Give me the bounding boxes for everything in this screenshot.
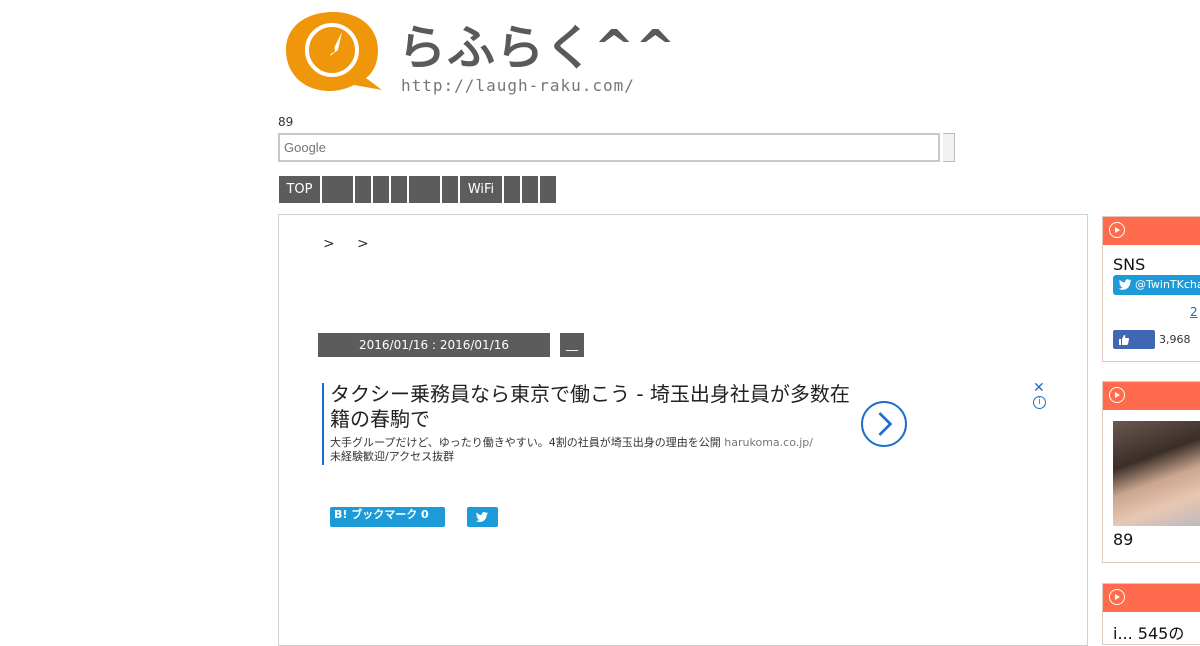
global-nav: TOP WiFi [279, 176, 556, 203]
ad-accent-bar [322, 383, 324, 465]
ad-description-text: 大手グループだけど、ゆったり働きやすい。4割の社員が埼玉出身の理由を公開 [330, 436, 725, 449]
site-logo-icon[interactable] [278, 10, 384, 93]
nav-item[interactable] [322, 176, 353, 203]
search-field[interactable] [278, 133, 940, 162]
facebook-like-count: 3,968 [1159, 333, 1191, 346]
nav-item[interactable] [442, 176, 458, 203]
facebook-like-button[interactable] [1113, 330, 1155, 349]
profile-photo[interactable] [1113, 421, 1200, 526]
profile-number: 89 [1113, 530, 1134, 549]
ad-title[interactable]: タクシー乗務員なら東京で働こう - 埼玉出身社員が多数在籍の春駒で [330, 382, 850, 432]
search-button[interactable] [943, 133, 955, 162]
widget-header [1103, 382, 1200, 410]
category-badge[interactable]: __ [560, 333, 584, 357]
nav-item[interactable] [409, 176, 440, 203]
widget-header [1103, 217, 1200, 245]
ad-domain[interactable]: harukoma.co.jp/ [724, 436, 813, 449]
ad-description-text-2: 未経験歓迎/アクセス抜群 [330, 450, 455, 463]
twitter-bird-icon [475, 512, 488, 522]
twitter-handle: @TwinTKchan [1135, 278, 1200, 291]
twitter-bird-icon [1118, 279, 1132, 290]
play-icon [1109, 589, 1125, 605]
widget-header [1103, 584, 1200, 612]
ad-close-icon[interactable]: ✕ [1033, 380, 1045, 396]
tweet-button[interactable] [467, 507, 498, 527]
nav-item-wifi[interactable]: WiFi [460, 176, 502, 203]
nav-item[interactable] [504, 176, 520, 203]
post-date: 2016/01/16 : 2016/01/16 [318, 333, 550, 357]
breadcrumb-separator: > [323, 236, 335, 252]
nav-item[interactable] [540, 176, 556, 203]
follow-count[interactable]: 2 [1190, 305, 1198, 319]
ad-description: 大手グループだけど、ゆったり働きやすい。4割の社員が埼玉出身の理由を公開 har… [330, 436, 860, 464]
play-icon [1109, 222, 1125, 238]
nav-item-top[interactable]: TOP [279, 176, 320, 203]
count-label: 89 [278, 115, 294, 129]
nav-item[interactable] [355, 176, 371, 203]
site-logo-text[interactable]: らふらく^^ [398, 8, 676, 78]
hatena-bookmark-button[interactable]: B! ブックマーク 0 [330, 507, 445, 527]
search-input[interactable] [280, 135, 938, 160]
nav-item[interactable] [373, 176, 389, 203]
nav-item[interactable] [391, 176, 407, 203]
thumbs-up-icon [1119, 335, 1130, 345]
ad-info-icon[interactable]: i [1033, 396, 1046, 409]
nav-item[interactable] [522, 176, 538, 203]
ad-arrow-icon[interactable] [861, 401, 907, 447]
site-url: http://laugh-raku.com/ [401, 76, 635, 95]
breadcrumb-separator: > [357, 236, 369, 252]
sns-title: SNS [1113, 255, 1146, 274]
twitter-follow-button[interactable]: @TwinTKchan [1113, 275, 1200, 295]
play-icon [1109, 387, 1125, 403]
widget-text: i... 545の [1113, 624, 1185, 643]
